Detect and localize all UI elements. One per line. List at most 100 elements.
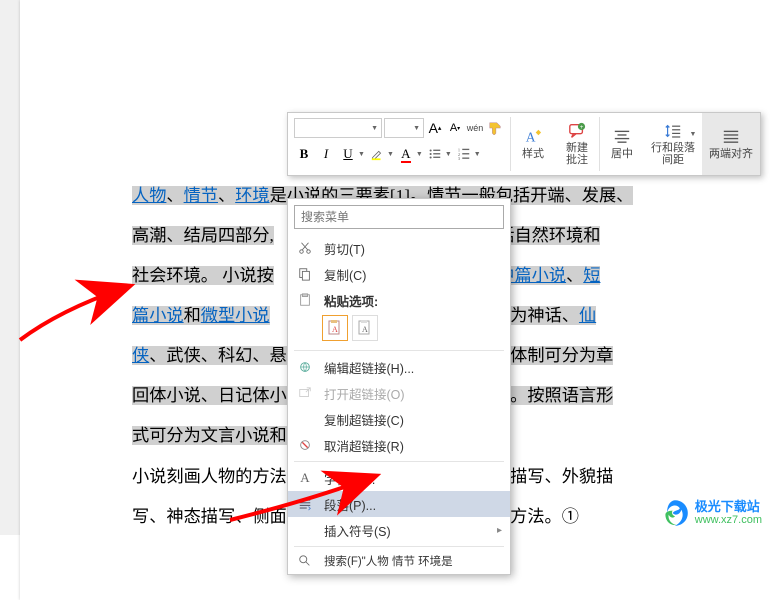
new-comment-label: 新建 批注 [566, 142, 588, 166]
menu-separator [294, 546, 504, 547]
justify-button[interactable]: 两端对齐 [702, 113, 760, 175]
link-pianxiaoshuo[interactable]: 篇小说 [132, 306, 184, 325]
link-huanjing[interactable]: 环境 [235, 186, 269, 205]
menu-cut[interactable]: 剪切(T) [288, 235, 510, 261]
numbering-button[interactable]: 123 [454, 145, 474, 163]
text: 、 [566, 266, 583, 285]
link-duan[interactable]: 短 [583, 266, 600, 285]
menu-paste-options-header: 粘贴选项: [288, 287, 510, 313]
text: 社会环境。 小说按 [132, 266, 274, 285]
remove-hyperlink-label: 取消超链接(R) [324, 436, 502, 455]
watermark-logo-icon [659, 497, 691, 529]
text: 、 [166, 186, 183, 205]
chevron-down-icon: ▼ [413, 125, 420, 132]
chevron-down-icon[interactable]: ▼ [445, 151, 452, 158]
font-name-combo[interactable]: ▼ [294, 118, 382, 138]
grow-font-button[interactable]: A▴ [426, 119, 444, 137]
text: 式可分为文言小说和 [132, 426, 287, 445]
link-xia[interactable]: 侠 [132, 346, 149, 365]
svg-text:3: 3 [458, 156, 461, 161]
link-qingjie[interactable]: 情节 [184, 186, 218, 205]
paragraph-icon [296, 495, 314, 513]
font-label: 字体(F)... [324, 469, 502, 488]
open-link-icon [296, 384, 314, 402]
center-label: 居中 [611, 148, 633, 160]
menu-copy-hyperlink[interactable]: 复制超链接(C) [288, 406, 510, 432]
align-center-button[interactable]: 居中 [600, 113, 644, 175]
text: 写、神态描写、侧面 [132, 507, 287, 526]
menu-paragraph[interactable]: 段落(P)... [288, 491, 510, 517]
link-renwu[interactable]: 人物 [132, 186, 166, 205]
text: 回体小说、日记体小 [132, 386, 287, 405]
paste-icon [296, 291, 314, 309]
paste-text-only[interactable]: A [352, 315, 378, 341]
font-icon: A [296, 469, 314, 487]
menu-copy[interactable]: 复制(C) [288, 261, 510, 287]
hyperlink-icon [296, 358, 314, 376]
remove-link-icon [296, 436, 314, 454]
menu-font[interactable]: A 字体(F)... [288, 465, 510, 491]
new-comment-button[interactable]: + 新建 批注 [555, 113, 599, 175]
submenu-arrow-icon: ▸ [497, 525, 502, 536]
menu-separator [294, 350, 504, 351]
symbol-icon [296, 521, 314, 539]
menu-search-text[interactable]: 搜索(F)"人物 情节 环境是 [288, 550, 510, 572]
italic-button[interactable]: I [316, 145, 336, 163]
text: 、 [218, 186, 235, 205]
bullets-button[interactable] [425, 145, 445, 163]
menu-edit-hyperlink[interactable]: 编辑超链接(H)... [288, 354, 510, 380]
link-weixing[interactable]: 微型小说 [201, 306, 270, 325]
font-size-combo[interactable]: ▼ [384, 118, 424, 138]
svg-text:+: + [580, 124, 584, 131]
menu-search-input[interactable] [294, 205, 504, 229]
format-painter-button[interactable] [486, 119, 504, 137]
copy-link-icon [296, 410, 314, 428]
styles-label: 样式 [522, 148, 544, 160]
menu-insert-symbol[interactable]: 插入符号(S) ▸ [288, 517, 510, 543]
open-hyperlink-label: 打开超链接(O) [324, 384, 502, 403]
chevron-down-icon[interactable]: ▼ [474, 151, 481, 158]
text: 小说刻画人物的方法 [132, 467, 287, 486]
search-text-label: 搜索(F)"人物 情节 环境是 [324, 553, 502, 569]
menu-open-hyperlink: 打开超链接(O) [288, 380, 510, 406]
underline-button[interactable]: U [338, 145, 358, 163]
text: 和 [184, 306, 201, 325]
cut-icon [296, 239, 314, 257]
chevron-down-icon: ▼ [371, 125, 378, 132]
text: 、武侠、科幻、悬 [149, 346, 287, 365]
shrink-font-button[interactable]: A▾ [446, 119, 464, 137]
chevron-down-icon[interactable]: ▼ [387, 151, 394, 158]
line-paragraph-spacing-button[interactable]: 行和段落 间距 ▼ [644, 113, 702, 175]
svg-text:A: A [362, 325, 368, 334]
text: 高潮、结局四部分, [132, 226, 274, 245]
menu-search[interactable] [294, 205, 504, 229]
paragraph-label: 段落(P)... [324, 495, 502, 514]
watermark-url: www.xz7.com [695, 514, 762, 526]
menu-remove-hyperlink[interactable]: 取消超链接(R) [288, 432, 510, 458]
watermark: 极光下载站 www.xz7.com [659, 497, 762, 529]
chevron-down-icon[interactable]: ▼ [358, 151, 365, 158]
menu-copy-label: 复制(C) [324, 265, 502, 284]
highlight-button[interactable] [367, 145, 387, 163]
justify-label: 两端对齐 [709, 148, 753, 160]
menu-separator [294, 461, 504, 462]
bold-button[interactable]: B [294, 145, 314, 163]
search-icon [296, 552, 314, 570]
insert-symbol-label: 插入符号(S) [324, 521, 487, 540]
font-color-button[interactable]: A [396, 145, 416, 163]
chevron-down-icon: ▼ [690, 131, 697, 138]
link-xian[interactable]: 仙 [579, 306, 596, 325]
svg-text:A: A [332, 325, 338, 334]
chevron-down-icon[interactable]: ▼ [416, 151, 423, 158]
copy-icon [296, 265, 314, 283]
phonetic-guide-button[interactable]: wén [466, 119, 484, 137]
menu-cut-label: 剪切(T) [324, 239, 502, 258]
copy-hyperlink-label: 复制超链接(C) [324, 410, 502, 429]
spacing-label: 行和段落 间距 [651, 142, 695, 166]
watermark-title: 极光下载站 [695, 500, 762, 514]
edit-hyperlink-label: 编辑超链接(H)... [324, 358, 502, 377]
paste-header-label: 粘贴选项: [324, 291, 502, 310]
styles-button[interactable]: A 样式 [511, 113, 555, 175]
paste-keep-source[interactable]: A [322, 315, 348, 341]
context-menu: 剪切(T) 复制(C) 粘贴选项: A A 编辑超链接(H)... 打开超链接(… [287, 198, 511, 575]
